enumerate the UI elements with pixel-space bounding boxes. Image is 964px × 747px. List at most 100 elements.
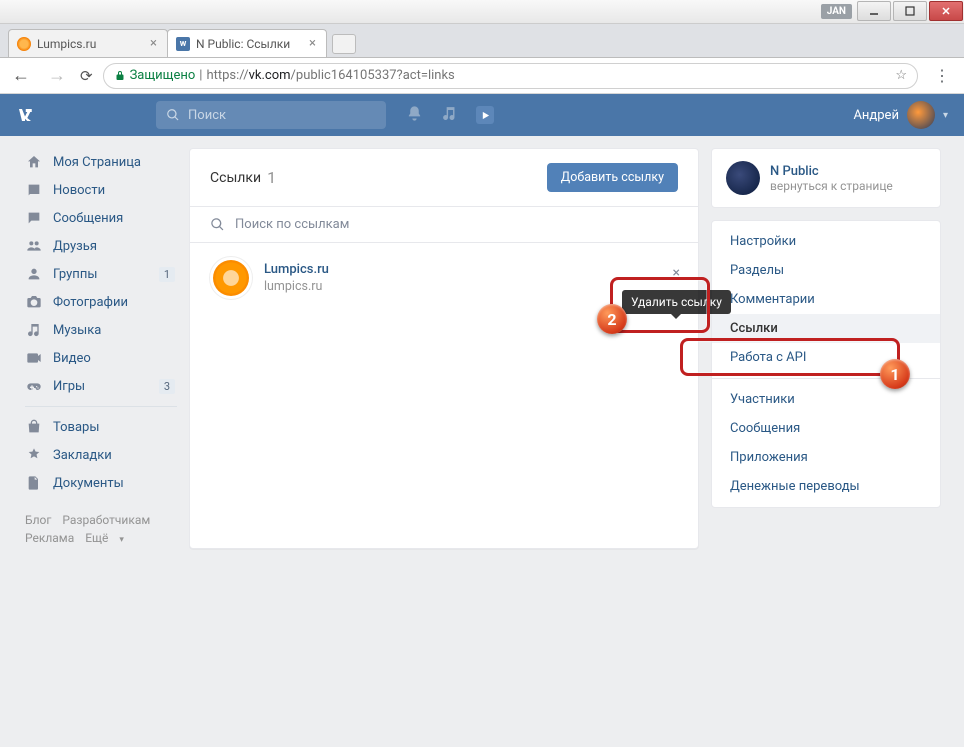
group-header[interactable]: N Public вернуться к странице (712, 149, 940, 207)
back-to-page-link[interactable]: вернуться к странице (770, 179, 893, 193)
vk-search-input[interactable]: Поиск (156, 101, 386, 129)
nav-item-video[interactable]: Видео (25, 344, 177, 372)
url-host: vk.com (249, 68, 291, 83)
notifications-icon[interactable] (406, 105, 423, 126)
search-icon (166, 108, 180, 122)
nav-item-groups[interactable]: Группы 1 (25, 260, 177, 288)
nav-label: Моя Страница (53, 155, 141, 170)
vk-user-menu[interactable]: Андрей ▾ (853, 101, 948, 129)
nav-label: Документы (53, 476, 124, 491)
main-panel-header: Ссылки 1 Добавить ссылку (190, 149, 698, 207)
group-avatar (726, 161, 760, 195)
chevron-down-icon: ▾ (943, 110, 948, 121)
nav-item-home[interactable]: Моя Страница (25, 148, 177, 176)
settings-menu-item[interactable]: Сообщения (712, 414, 940, 443)
settings-menu-item[interactable]: Денежные переводы (712, 472, 940, 501)
main-panel: Ссылки 1 Добавить ссылку Поиск по ссылка… (189, 148, 699, 549)
window-minimize-button[interactable] (857, 1, 891, 21)
nav-label: Музыка (53, 323, 101, 338)
nav-item-friends[interactable]: Друзья (25, 232, 177, 260)
add-link-button[interactable]: Добавить ссылку (547, 163, 678, 192)
footer-devs-link[interactable]: Разработчикам (62, 513, 150, 527)
nav-item-bookmark[interactable]: Закладки (25, 441, 177, 469)
tab-label: N Public: Ссылки (196, 37, 290, 51)
window-close-button[interactable] (929, 1, 963, 21)
nav-label: Игры (53, 379, 85, 394)
browser-tab-vk[interactable]: w N Public: Ссылки × (167, 29, 327, 57)
games-icon (25, 378, 43, 394)
link-title[interactable]: Lumpics.ru (264, 262, 329, 277)
nav-item-music[interactable]: Музыка (25, 316, 177, 344)
address-bar: ← → ⟳ Защищено | https://vk.com/public16… (0, 58, 964, 94)
footer-more-link[interactable]: Ещё ▾ (85, 531, 132, 545)
nav-back-button[interactable]: ← (8, 65, 34, 86)
vk-username: Андрей (853, 108, 899, 123)
lock-icon (114, 70, 126, 82)
browser-tab-lumpics[interactable]: Lumpics.ru × (8, 29, 168, 57)
msg-icon (25, 210, 43, 226)
vk-search-placeholder: Поиск (188, 108, 226, 123)
nav-item-games[interactable]: Игры3 (25, 372, 177, 400)
footer-ads-link[interactable]: Реклама (25, 531, 74, 545)
favicon-vk-icon: w (176, 37, 190, 51)
page-content: Поиск Андрей ▾ Моя Страница Новости Сообще… (0, 94, 964, 747)
callout-number-2: 2 (597, 304, 627, 334)
browser-menu-button[interactable]: ⋮ (928, 66, 956, 85)
window-maximize-button[interactable] (893, 1, 927, 21)
nav-reload-button[interactable]: ⟳ (80, 67, 93, 85)
nav-item-msg[interactable]: Сообщения (25, 204, 177, 232)
settings-menu-item[interactable]: Участники (712, 385, 940, 414)
music-icon (25, 322, 43, 338)
settings-menu-item[interactable]: Приложения (712, 443, 940, 472)
news-icon (25, 182, 43, 198)
bookmark-star-icon[interactable]: ☆ (895, 68, 907, 83)
nav-label: Товары (53, 420, 99, 435)
settings-menu-item[interactable]: Ссылки (712, 314, 940, 343)
page-title: Ссылки (210, 170, 261, 186)
settings-menu-item[interactable]: Настройки (712, 227, 940, 256)
nav-badge: 1 (159, 267, 175, 282)
nav-item-photo[interactable]: Фотографии (25, 288, 177, 316)
tab-label: Lumpics.ru (37, 37, 96, 51)
footer-blog-link[interactable]: Блог (25, 513, 51, 527)
omnibox[interactable]: Защищено | https://vk.com/public16410533… (103, 63, 918, 89)
vk-logo-icon[interactable] (16, 105, 46, 125)
nav-footer: Блог Разработчикам Реклама Ещё ▾ (25, 511, 177, 549)
docs-icon (25, 475, 43, 491)
url-protocol: https:// (206, 68, 248, 83)
bookmark-icon (25, 447, 43, 463)
vk-header: Поиск Андрей ▾ (0, 94, 964, 136)
settings-menu-item[interactable]: Разделы (712, 256, 940, 285)
link-url: lumpics.ru (264, 279, 329, 294)
settings-menu-item[interactable]: Комментарии (712, 285, 940, 314)
play-button[interactable] (476, 106, 494, 124)
music-icon[interactable] (441, 105, 458, 126)
groups-icon (25, 266, 43, 282)
links-search-input[interactable]: Поиск по ссылкам (190, 207, 698, 243)
nav-label: Новости (53, 183, 105, 198)
search-icon (210, 217, 225, 232)
home-icon (25, 154, 43, 170)
nav-forward-button[interactable]: → (44, 65, 70, 86)
nav-item-docs[interactable]: Документы (25, 469, 177, 497)
nav-label: Друзья (53, 239, 97, 254)
nav-label: Видео (53, 351, 91, 366)
tab-close-icon[interactable]: × (307, 36, 318, 51)
delete-link-button[interactable]: × (673, 265, 680, 281)
nav-label: Сообщения (53, 211, 123, 226)
new-tab-button[interactable] (332, 34, 356, 54)
browser-tabstrip: Lumpics.ru × w N Public: Ссылки × (0, 24, 964, 58)
tab-close-icon[interactable]: × (148, 36, 159, 51)
url-separator: | (199, 68, 202, 83)
secure-label: Защищено (130, 68, 196, 83)
nav-label: Закладки (53, 448, 112, 463)
nav-item-market[interactable]: Товары (25, 413, 177, 441)
video-icon (25, 350, 43, 366)
delete-tooltip: Удалить ссылку (622, 290, 731, 314)
url-path: /public164105337?act=links (291, 68, 455, 83)
nav-item-news[interactable]: Новости (25, 176, 177, 204)
photo-icon (25, 294, 43, 310)
nav-label: Группы (53, 267, 97, 282)
vk-user-avatar (907, 101, 935, 129)
favicon-orange-icon (17, 37, 31, 51)
